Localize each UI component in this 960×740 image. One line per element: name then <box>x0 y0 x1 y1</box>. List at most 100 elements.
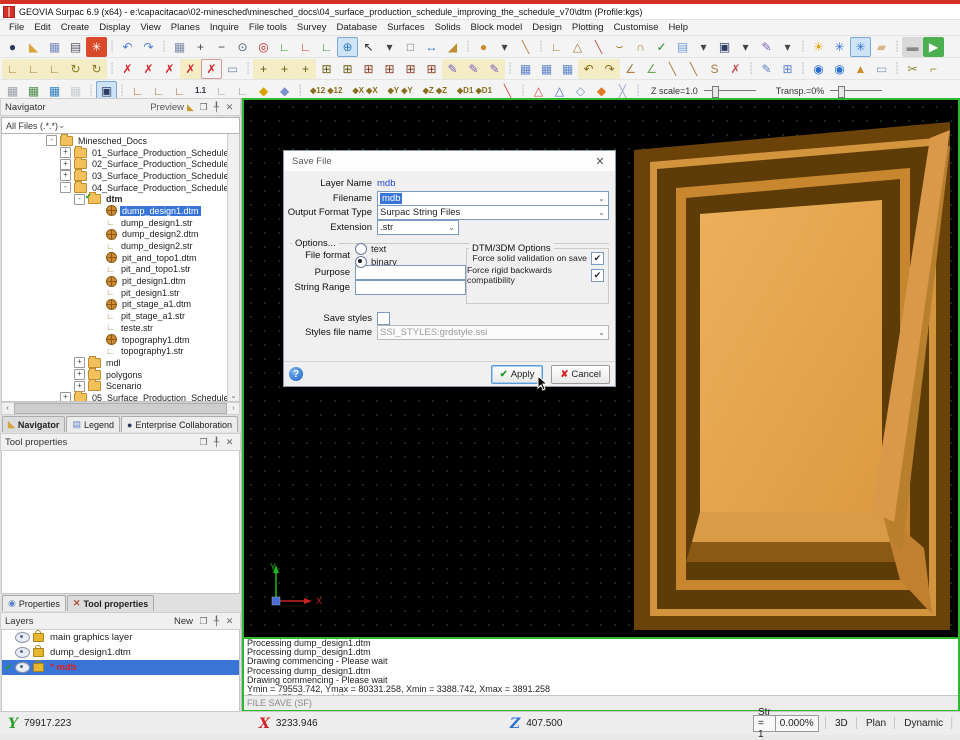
visibility-eye-icon[interactable] <box>15 662 30 673</box>
mode-toggle[interactable]: Plan <box>866 718 886 729</box>
string-table-icon[interactable]: ▦ <box>515 59 536 79</box>
chevron-down-icon[interactable]: ⌄ <box>596 206 607 219</box>
tree-item[interactable]: + ∟ 03_Surface_Production_Schedule_Targe… <box>2 170 227 182</box>
connect-icon[interactable]: ● <box>2 37 23 57</box>
toolbar-grip[interactable]: ┊ <box>107 59 117 79</box>
tree-item[interactable]: - ∟ Minesched_Docs <box>2 135 227 147</box>
apply-button[interactable]: ✔ Apply <box>491 365 544 384</box>
select-point-icon[interactable]: ∟ <box>2 59 23 79</box>
smooth-string-icon[interactable]: ∩ <box>630 37 651 57</box>
move-string-icon[interactable]: ⊞ <box>400 59 421 79</box>
menu-item[interactable]: Planes <box>166 22 205 33</box>
redo-edit-icon[interactable]: ↷ <box>599 59 620 79</box>
tree-item[interactable]: ∟ topography1.dtm <box>2 334 227 346</box>
layer-table-icon[interactable]: ▦ <box>557 59 578 79</box>
toolbar-grip[interactable]: ┊ <box>746 59 756 79</box>
insert-point-icon[interactable]: + <box>253 59 274 79</box>
toolbar-grip[interactable]: ┊ <box>107 37 117 57</box>
radio-button[interactable] <box>355 256 367 268</box>
parallel-segment-icon[interactable]: ╲ <box>662 59 683 79</box>
restore-panel-icon[interactable]: ❐ <box>197 437 210 448</box>
select-segment-icon[interactable]: ∟ <box>23 59 44 79</box>
menu-item[interactable]: Help <box>663 22 693 33</box>
orbit-view-icon[interactable]: ⊕ <box>337 37 358 57</box>
view-axis-t-icon[interactable]: ∟ <box>274 37 295 57</box>
edit-pencil-icon[interactable]: ✎ <box>756 37 777 57</box>
measure-icon[interactable]: ⌐ <box>923 59 944 79</box>
tree-expander[interactable] <box>94 335 103 344</box>
tree-expander[interactable] <box>94 288 103 297</box>
radio-button[interactable] <box>355 243 367 255</box>
pin-panel-icon[interactable]: ╀ <box>210 437 223 448</box>
segment-id-icon[interactable]: ◉ <box>829 59 850 79</box>
menu-item[interactable]: Customise <box>609 22 664 33</box>
dump-design-3d-model[interactable] <box>632 122 954 632</box>
insert-point-segment-icon[interactable]: + <box>274 59 295 79</box>
toolbar-grip[interactable]: ┊ <box>505 59 515 79</box>
tree-item[interactable]: + ∟ 05_Surface_Production_Schedule_Short… <box>2 392 227 401</box>
toolbar-grip[interactable]: ┊ <box>243 59 253 79</box>
triangle-id-icon[interactable]: ▲ <box>850 59 871 79</box>
restore-panel-icon[interactable]: ❐ <box>197 102 210 113</box>
restore-panel-icon[interactable]: ❐ <box>197 616 210 627</box>
tree-item[interactable]: + ∟ 01_Surface_Production_Schedule_Initi… <box>2 147 227 159</box>
point-table-icon[interactable]: ▦ <box>536 59 557 79</box>
tree-expander[interactable]: + <box>60 392 71 401</box>
move-segment-icon[interactable]: ⊞ <box>379 59 400 79</box>
scrollbar-thumb[interactable] <box>14 403 227 414</box>
point-id-icon[interactable]: ◉ <box>808 59 829 79</box>
scissors-icon[interactable]: ✂ <box>902 59 923 79</box>
tree-expander[interactable] <box>94 206 103 215</box>
menu-item[interactable]: Survey <box>292 22 332 33</box>
move-point-icon[interactable]: ⊞ <box>358 59 379 79</box>
validate-string-icon[interactable]: ✓ <box>651 37 672 57</box>
help-button[interactable]: ? <box>289 367 303 381</box>
curve-fit-icon[interactable]: S <box>704 59 725 79</box>
dialog-close-icon[interactable]: ✕ <box>593 155 607 168</box>
tree-item[interactable]: ∟ dump_design1.dtm <box>2 205 227 217</box>
edit-attribute2-icon[interactable]: ✎ <box>463 59 484 79</box>
tree-expander[interactable]: + <box>74 357 85 368</box>
checkbox[interactable]: ✔ <box>591 269 604 282</box>
filename-combobox[interactable]: mdb ⌄ <box>377 191 609 206</box>
tree-item[interactable]: + ∟ Scenario <box>2 380 227 392</box>
pin-panel-icon[interactable]: ╀ <box>210 616 223 627</box>
scroll-down-icon[interactable]: ⌄ <box>228 390 239 401</box>
menu-item[interactable]: Block model <box>466 22 528 33</box>
tree-item[interactable]: ∟ pit_stage_a1.dtm <box>2 299 227 311</box>
layer-row[interactable]: main graphics layer <box>2 630 239 645</box>
save-styles-checkbox[interactable] <box>377 312 390 325</box>
tree-expander[interactable] <box>94 230 103 239</box>
string-range-field[interactable] <box>355 280 466 295</box>
marker-dropdown[interactable]: ▾ <box>494 37 515 57</box>
new-sheet-icon[interactable]: ⊞ <box>777 59 798 79</box>
chevron-down-icon[interactable]: ⌄ <box>58 120 66 131</box>
zoom-out-icon[interactable]: − <box>211 37 232 57</box>
edit-attribute3-icon[interactable]: ✎ <box>484 59 505 79</box>
tree-item[interactable]: + ∟ 02_Surface_Production_Schedule_Mater… <box>2 158 227 170</box>
tree-horizontal-scrollbar[interactable]: ‹ › <box>1 402 240 415</box>
tree-item[interactable]: - ✔ ∟ dtm <box>2 193 227 205</box>
break-string-icon[interactable]: ╲ <box>588 37 609 57</box>
ball-marker-icon[interactable]: ● <box>473 37 494 57</box>
reset-graphics-icon[interactable]: ✳ <box>86 37 107 57</box>
offset-segment-icon[interactable]: ╲ <box>683 59 704 79</box>
tree-expander[interactable] <box>94 312 103 321</box>
copy-layer-icon[interactable]: ▭ <box>222 59 243 79</box>
transparency-slider[interactable] <box>830 86 882 96</box>
file-filter-combobox[interactable]: All Files (.*.*) ⌄ <box>1 117 240 134</box>
tree-expander[interactable]: - <box>46 135 57 146</box>
menu-item[interactable]: Solids <box>430 22 466 33</box>
purpose-field[interactable] <box>355 265 466 280</box>
render-wheel-active-icon[interactable]: ✳ <box>850 37 871 57</box>
delete-string-icon[interactable]: ✗ <box>159 59 180 79</box>
edit-attribute-icon[interactable]: ✎ <box>442 59 463 79</box>
menu-item[interactable]: Surfaces <box>382 22 430 33</box>
draw-line-icon[interactable]: ╲ <box>515 37 536 57</box>
macro-play-icon[interactable]: ▶ <box>923 37 944 57</box>
toolbar-grip[interactable]: ┊ <box>159 37 169 57</box>
tree-item[interactable]: ∟ dump_design1.str <box>2 217 227 229</box>
centre-view-icon[interactable]: ◎ <box>253 37 274 57</box>
checkbox[interactable]: ✔ <box>591 252 604 265</box>
message-console[interactable]: Processing dump_design1.dtm Processing d… <box>244 637 958 695</box>
